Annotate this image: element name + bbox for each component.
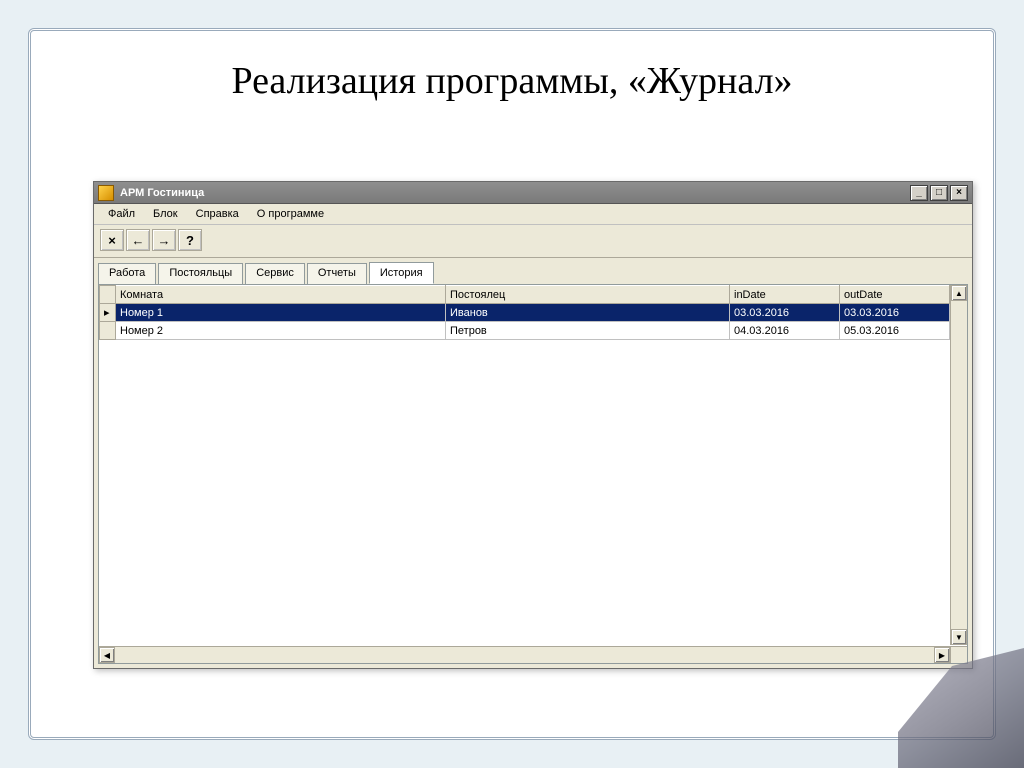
- grid-header-room[interactable]: Комната: [116, 286, 446, 304]
- table-row[interactable]: Номер 2 Петров 04.03.2016 05.03.2016: [100, 322, 950, 340]
- tool-close-button[interactable]: ×: [100, 229, 124, 251]
- window-controls: _ □ ×: [908, 185, 968, 201]
- scroll-left-icon[interactable]: ◀: [99, 647, 115, 663]
- scroll-corner: [950, 646, 967, 663]
- maximize-button[interactable]: □: [930, 185, 948, 201]
- cell-guest[interactable]: Петров: [446, 322, 730, 340]
- tool-forward-button[interactable]: →: [152, 229, 176, 251]
- cell-indate[interactable]: 04.03.2016: [730, 322, 840, 340]
- window-title: АРМ Гостиница: [120, 187, 908, 199]
- scroll-right-icon[interactable]: ▶: [934, 647, 950, 663]
- cell-outdate[interactable]: 03.03.2016: [840, 304, 950, 322]
- close-button[interactable]: ×: [950, 185, 968, 201]
- tab-history[interactable]: История: [369, 262, 434, 284]
- grid-header-marker[interactable]: [100, 286, 116, 304]
- tab-service[interactable]: Сервис: [245, 263, 305, 285]
- menubar: Файл Блок Справка О программе: [94, 204, 972, 225]
- grid-header-guest[interactable]: Постоялец: [446, 286, 730, 304]
- app-window: АРМ Гостиница _ □ × Файл Блок Справка О …: [93, 181, 973, 669]
- tab-work[interactable]: Работа: [98, 263, 156, 285]
- row-marker-icon: [100, 322, 116, 340]
- horizontal-scrollbar[interactable]: ◀ ▶: [99, 646, 950, 663]
- slide-frame: Реализация программы, «Журнал» АРМ Гости…: [28, 28, 996, 740]
- cell-guest[interactable]: Иванов: [446, 304, 730, 322]
- minimize-button[interactable]: _: [910, 185, 928, 201]
- cell-indate[interactable]: 03.03.2016: [730, 304, 840, 322]
- table-row[interactable]: ▸ Номер 1 Иванов 03.03.2016 03.03.2016: [100, 304, 950, 322]
- cell-room[interactable]: Номер 2: [116, 322, 446, 340]
- grid-header-indate[interactable]: inDate: [730, 286, 840, 304]
- tabs-row: Работа Постояльцы Сервис Отчеты История: [94, 258, 972, 284]
- tool-help-button[interactable]: ?: [178, 229, 202, 251]
- tool-back-button[interactable]: ←: [126, 229, 150, 251]
- menu-file[interactable]: Файл: [100, 206, 143, 222]
- tab-reports[interactable]: Отчеты: [307, 263, 367, 285]
- tab-guests[interactable]: Постояльцы: [158, 263, 243, 285]
- scroll-up-icon[interactable]: ▲: [951, 285, 967, 301]
- cell-room[interactable]: Номер 1: [116, 304, 446, 322]
- app-icon: [98, 185, 114, 201]
- menu-block[interactable]: Блок: [145, 206, 186, 222]
- toolbar: × ← → ?: [94, 225, 972, 258]
- grid-panel: Комната Постоялец inDate outDate ▸ Номер…: [98, 284, 968, 664]
- menu-about[interactable]: О программе: [249, 206, 332, 222]
- scroll-down-icon[interactable]: ▼: [951, 629, 967, 645]
- slide-title: Реализация программы, «Журнал»: [31, 59, 993, 103]
- vertical-scrollbar[interactable]: ▲ ▼: [950, 285, 967, 645]
- cell-outdate[interactable]: 05.03.2016: [840, 322, 950, 340]
- history-grid[interactable]: Комната Постоялец inDate outDate ▸ Номер…: [99, 285, 950, 340]
- menu-help[interactable]: Справка: [188, 206, 247, 222]
- grid-header-outdate[interactable]: outDate: [840, 286, 950, 304]
- titlebar[interactable]: АРМ Гостиница _ □ ×: [94, 182, 972, 204]
- row-marker-icon: ▸: [100, 304, 116, 322]
